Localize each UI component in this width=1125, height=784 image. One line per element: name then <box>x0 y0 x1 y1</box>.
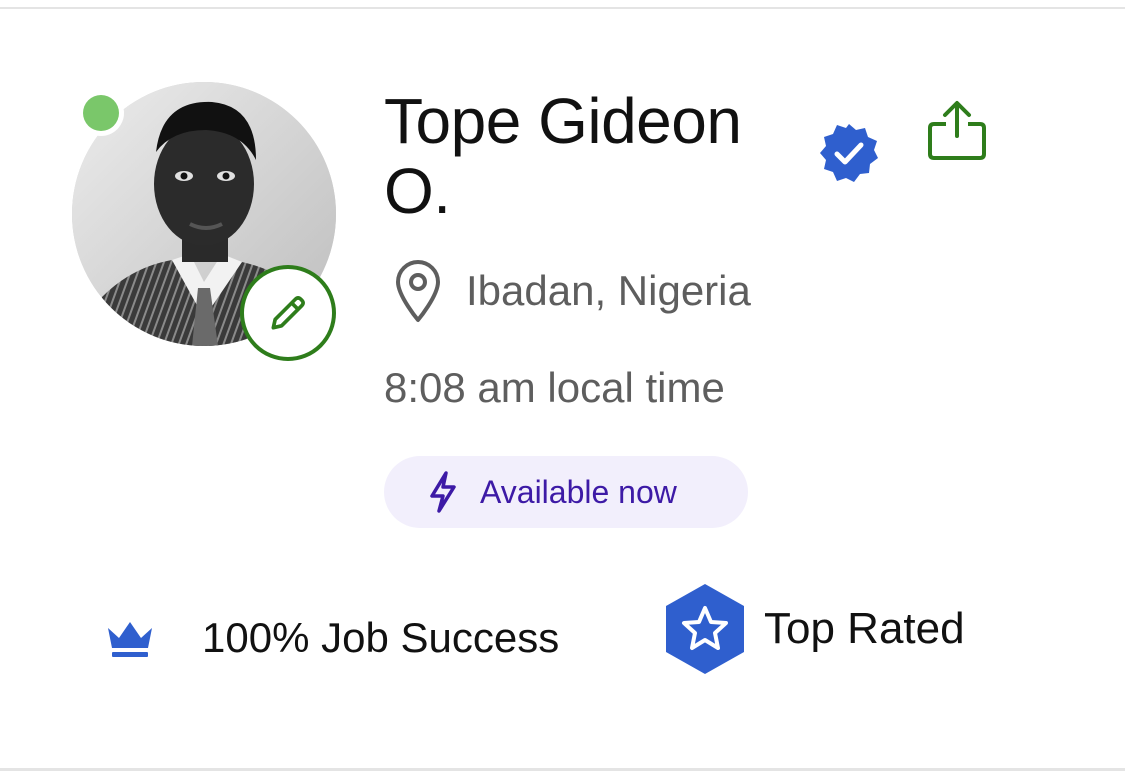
location-text: Ibadan, Nigeria <box>466 267 751 314</box>
profile-name: Tope Gideon O. <box>384 85 742 227</box>
job-success-text: 100% Job Success <box>202 614 560 661</box>
bottom-divider <box>0 768 1125 771</box>
share-icon <box>928 101 986 160</box>
star-hexagon-icon <box>666 584 744 674</box>
lightning-bolt-icon <box>430 471 456 513</box>
availability-badge[interactable]: Available now <box>384 456 748 528</box>
local-time: 8:08 am local time <box>384 364 725 411</box>
job-success-stat: 100% Job Success <box>104 608 559 668</box>
crown-icon <box>108 622 152 657</box>
top-rated-text: Top Rated <box>764 604 965 653</box>
share-button[interactable] <box>924 98 990 164</box>
top-divider <box>0 7 1125 9</box>
online-status-indicator <box>78 90 124 136</box>
top-rated-badge: Top Rated <box>662 582 965 676</box>
online-status-dot <box>83 95 119 131</box>
pencil-icon <box>271 296 305 330</box>
verified-badge-icon[interactable] <box>818 122 880 184</box>
map-pin-icon <box>396 260 440 322</box>
location: Ibadan, Nigeria <box>392 258 751 324</box>
availability-text: Available now <box>480 473 677 510</box>
edit-photo-button[interactable] <box>240 265 336 361</box>
